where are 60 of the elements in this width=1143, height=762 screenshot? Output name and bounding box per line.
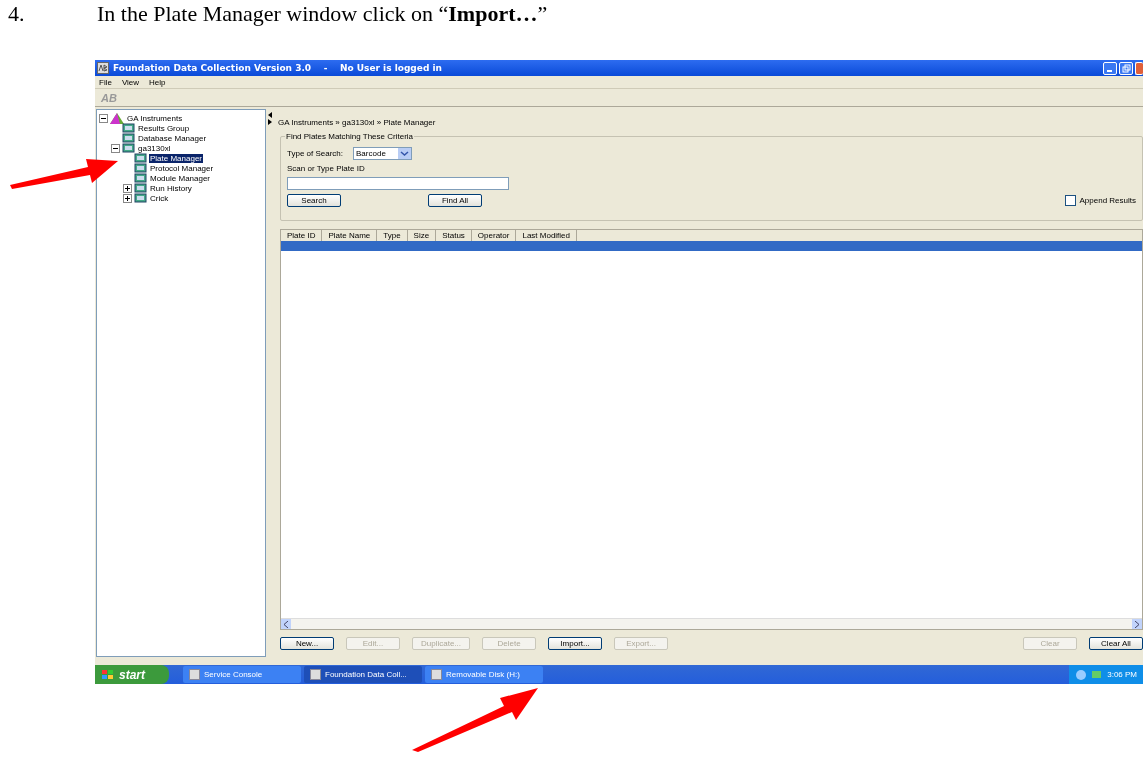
triangle-logo-icon bbox=[110, 112, 124, 124]
tree-item[interactable]: Crick bbox=[149, 193, 170, 203]
find-all-button[interactable]: Find All bbox=[428, 194, 482, 207]
instruction-text: In the Plate Manager window click on “Import…” bbox=[97, 2, 548, 26]
menu-item[interactable]: View bbox=[121, 77, 140, 87]
expander-icon[interactable] bbox=[123, 183, 132, 193]
expander-icon[interactable] bbox=[111, 143, 120, 153]
computer-icon bbox=[122, 132, 135, 144]
taskbar-button[interactable]: Removable Disk (H:) bbox=[425, 666, 543, 683]
computer-icon bbox=[134, 152, 147, 164]
dropdown-arrow-icon bbox=[398, 148, 412, 159]
menu-item[interactable]: Help bbox=[149, 77, 166, 87]
window-icon bbox=[189, 669, 200, 680]
append-checkbox[interactable] bbox=[1064, 195, 1076, 206]
search-button[interactable]: Search bbox=[287, 194, 341, 207]
tree-item[interactable]: Database Manager bbox=[137, 133, 208, 143]
tree-item[interactable]: Module Manager bbox=[149, 173, 212, 183]
group-title: Find Plates Matching These Criteria bbox=[285, 132, 415, 141]
scroll-left-icon[interactable] bbox=[281, 619, 291, 629]
close-button[interactable] bbox=[1135, 61, 1143, 75]
action-button[interactable]: New... bbox=[280, 637, 334, 650]
computer-icon bbox=[122, 142, 135, 154]
start-button[interactable]: start bbox=[95, 665, 169, 684]
field-label: Scan or Type Plate ID bbox=[287, 164, 365, 173]
window-title: Foundation Data Collection Version 3.0 - No User is logged in bbox=[113, 63, 442, 73]
taskbar-button[interactable]: Service Console bbox=[183, 666, 301, 683]
computer-icon bbox=[134, 192, 147, 204]
tree-item[interactable]: ga3130xl bbox=[137, 143, 172, 153]
field-label: Type of Search: bbox=[287, 149, 344, 158]
computer-icon bbox=[122, 122, 135, 134]
tree-item[interactable]: Plate Manager bbox=[149, 153, 204, 163]
computer-icon bbox=[134, 182, 147, 194]
computer-icon bbox=[134, 162, 147, 174]
window-icon bbox=[310, 669, 321, 680]
tree-item[interactable]: Protocol Manager bbox=[149, 163, 215, 173]
horizontal-scrollbar[interactable] bbox=[281, 618, 1142, 629]
tree-item[interactable]: GA Instruments bbox=[126, 113, 184, 123]
restore-icon bbox=[1121, 63, 1131, 73]
windows-logo-icon bbox=[101, 668, 115, 681]
menu-item[interactable]: File bbox=[99, 77, 112, 87]
breadcrumb: GA Instruments » ga3130xl » Plate Manager bbox=[278, 117, 437, 129]
clock-time: 3:06 PM bbox=[1107, 670, 1137, 679]
window-icon bbox=[431, 669, 442, 680]
scroll-right-icon[interactable] bbox=[1132, 619, 1142, 629]
app-logo: AB bbox=[101, 91, 117, 104]
expander-icon[interactable] bbox=[123, 193, 132, 203]
restore-button[interactable] bbox=[1119, 61, 1133, 75]
taskbar-button[interactable]: Foundation Data Coll... bbox=[304, 666, 422, 683]
action-button[interactable]: Import... bbox=[548, 637, 603, 650]
app-icon bbox=[97, 62, 109, 74]
tree-item[interactable]: Results Group bbox=[137, 123, 191, 133]
tree-item[interactable]: Run History bbox=[149, 183, 193, 193]
checkbox-label: Append Results bbox=[1079, 196, 1136, 205]
expander-icon[interactable] bbox=[99, 113, 108, 123]
search-type-dropdown[interactable]: Barcode bbox=[353, 147, 413, 160]
minimize-button[interactable] bbox=[1103, 61, 1117, 75]
step-number: 4. bbox=[8, 2, 26, 26]
computer-icon bbox=[134, 172, 147, 184]
plate-id-field[interactable] bbox=[287, 177, 509, 190]
action-button[interactable]: Clear All bbox=[1089, 637, 1143, 650]
